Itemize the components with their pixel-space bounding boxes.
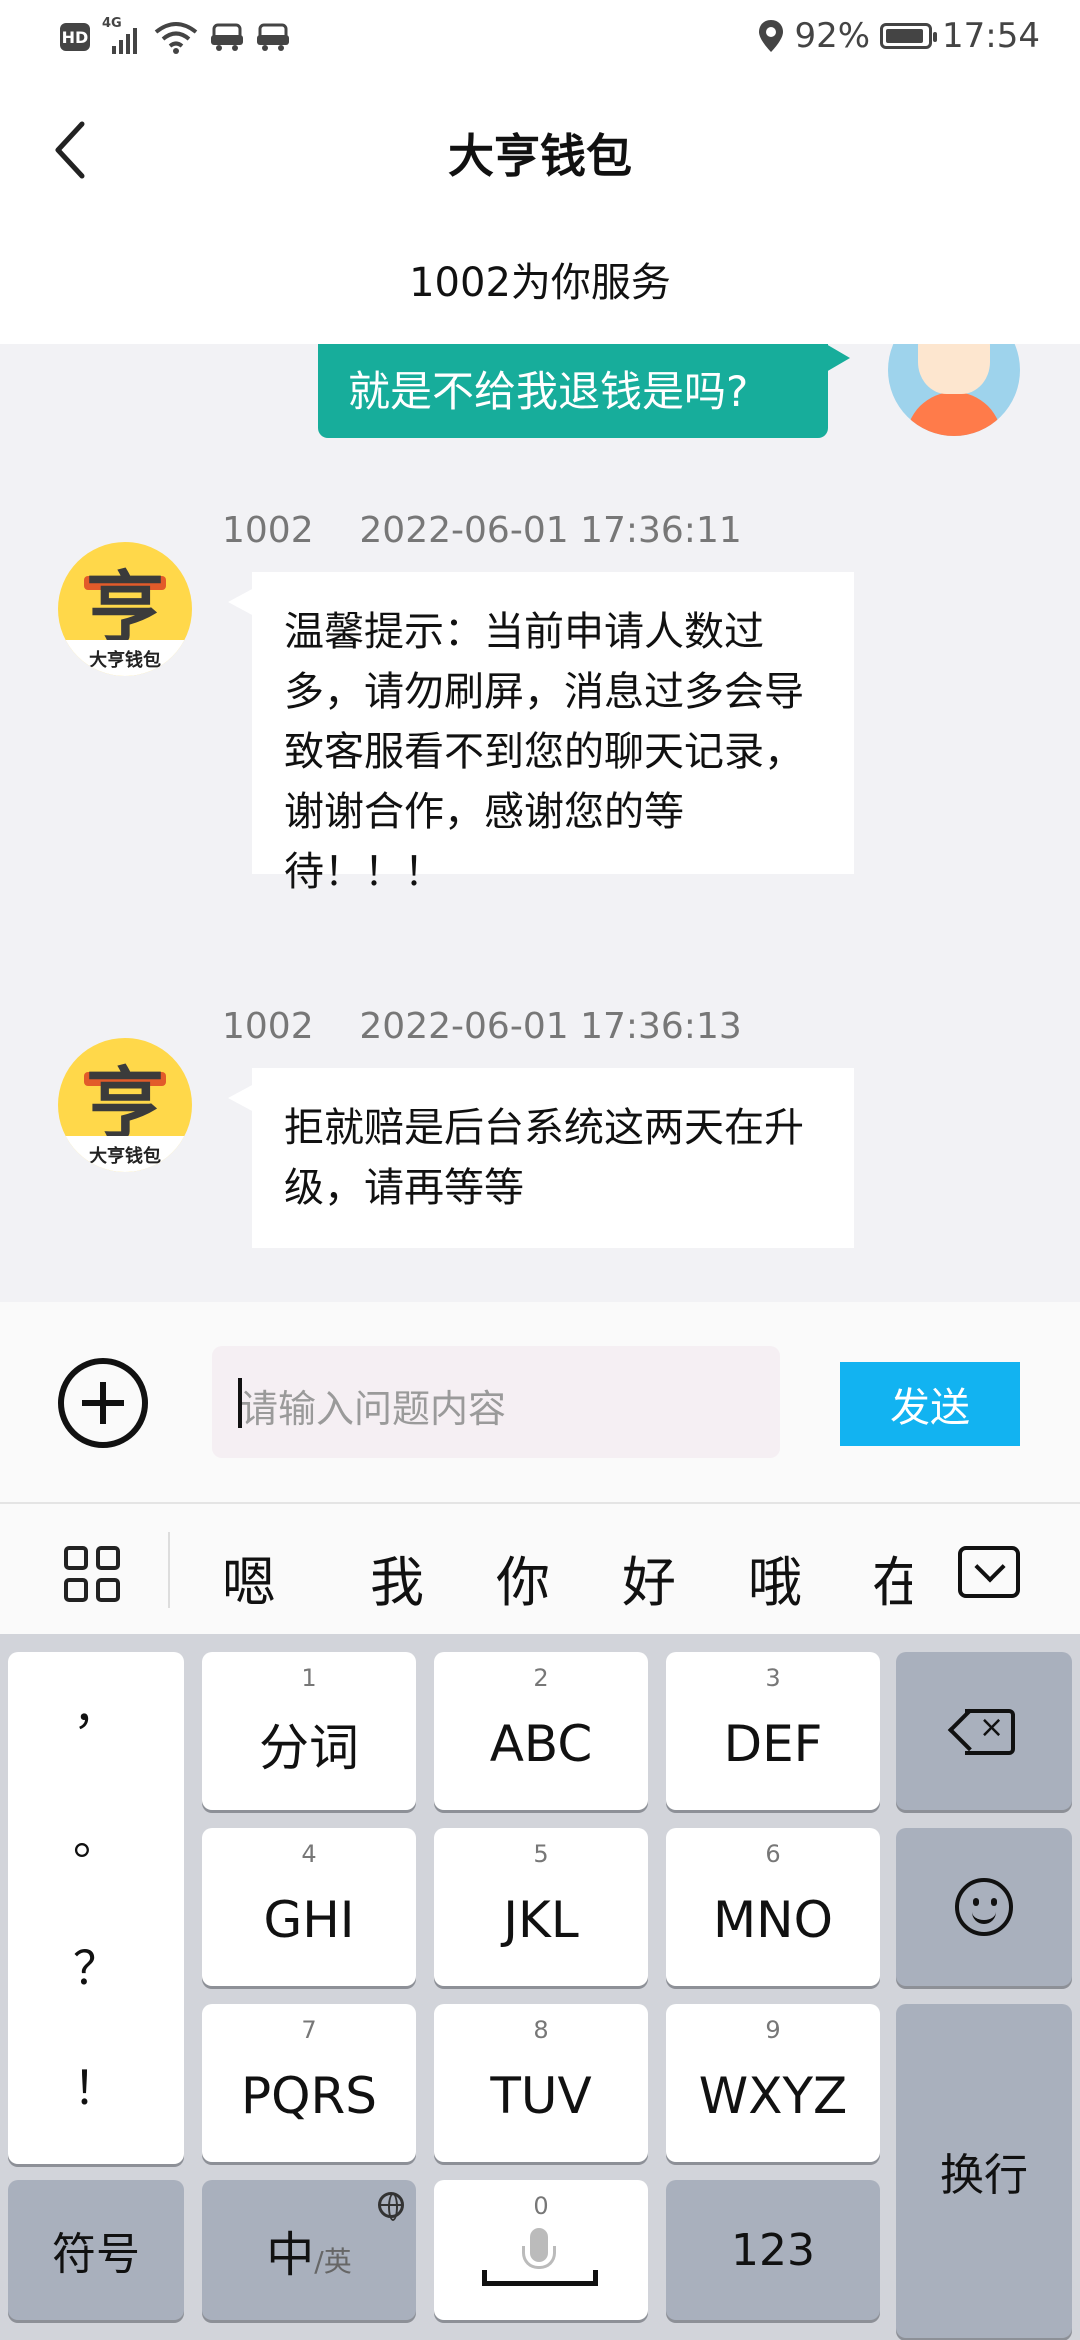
message-sender: 1002	[222, 1006, 314, 1047]
key-number: 4	[301, 1840, 317, 1868]
composer-bar: 请输入问题内容 发送	[0, 1302, 1080, 1504]
agent-avatar: 亨 大亨钱包	[58, 1038, 192, 1172]
enter-key[interactable]: 换行	[896, 2004, 1072, 2338]
candidate-word[interactable]: 好	[622, 1538, 676, 1617]
key-label: TUV	[490, 2067, 592, 2125]
backspace-key[interactable]: ×	[896, 1652, 1072, 1810]
message-sender: 1002	[222, 510, 314, 551]
backspace-icon: ×	[951, 1709, 1017, 1755]
candidate-word[interactable]: 我	[370, 1538, 424, 1617]
location-icon	[759, 20, 784, 52]
status-left: HD 4G	[60, 16, 290, 54]
ime-candidate-bar: 嗯 我 你 好 哦 在	[0, 1504, 1080, 1634]
agent-avatar-label: 大亨钱包	[58, 1136, 192, 1172]
smiley-icon	[955, 1878, 1013, 1936]
chat-area[interactable]: 就是不给我退钱是吗? 1002 2022-06-01 17:36:11 亨 大亨…	[0, 344, 1080, 1302]
ime-menu-grid-icon[interactable]	[64, 1546, 120, 1602]
key-8[interactable]: 8 TUV	[434, 2004, 648, 2162]
key-label: PQRS	[241, 2067, 377, 2125]
key-number: 5	[533, 1840, 549, 1868]
message-timestamp: 2022-06-01 17:36:13	[359, 1006, 742, 1047]
page-title: 大亨钱包	[448, 129, 632, 183]
key-label: MNO	[713, 1891, 833, 1949]
add-attachment-button[interactable]	[58, 1358, 148, 1448]
punct-comma-key[interactable]: ，	[8, 1672, 184, 1738]
candidate-word[interactable]: 哦	[748, 1538, 802, 1617]
key-5[interactable]: 5 JKL	[434, 1828, 648, 1986]
space-bar-icon	[482, 2270, 598, 2286]
key-3[interactable]: 3 DEF	[666, 1652, 880, 1810]
candidate-word[interactable]: 你	[496, 1538, 550, 1617]
key-number: 7	[301, 2016, 317, 2044]
message-input-placeholder: 请输入问题内容	[240, 1387, 507, 1431]
punct-period-key[interactable]: 。	[8, 1802, 184, 1868]
collapse-keyboard-icon[interactable]	[958, 1546, 1020, 1598]
message-meta: 1002 2022-06-01 17:36:11	[222, 510, 742, 551]
punct-exclaim-key[interactable]: ！	[8, 2052, 184, 2118]
battery-percent: 92%	[794, 16, 871, 56]
agent-avatar-label: 大亨钱包	[58, 640, 192, 676]
send-button[interactable]: 发送	[840, 1362, 1020, 1446]
car-icon	[257, 23, 289, 51]
symbols-key[interactable]: 符号	[8, 2180, 184, 2320]
status-right: 92% 17:54	[758, 16, 1040, 56]
message-timestamp: 2022-06-01 17:36:11	[359, 510, 742, 551]
symbols-key-label: 符号	[52, 2229, 140, 2280]
battery-fill	[886, 29, 924, 43]
key-1[interactable]: 1 分词	[202, 1652, 416, 1810]
microphone-icon	[522, 2228, 556, 2269]
globe-icon	[378, 2192, 404, 2221]
key-number: 0	[533, 2192, 549, 2220]
candidate-word[interactable]: 嗯	[222, 1538, 276, 1617]
key-9[interactable]: 9 WXYZ	[666, 2004, 880, 2162]
lang-main-label: 中	[266, 2227, 315, 2283]
agent-avatar: 亨 大亨钱包	[58, 542, 192, 676]
key-label: WXYZ	[698, 2067, 848, 2125]
key-2[interactable]: 2 ABC	[434, 1652, 648, 1810]
numbers-key-label: 123	[731, 2224, 815, 2276]
numbers-key[interactable]: 123	[666, 2180, 880, 2320]
key-label: JKL	[503, 1891, 579, 1949]
cellular-signal-icon: 4G	[102, 16, 142, 54]
incoming-message-bubble: 温馨提示：当前申请人数过多，请勿刷屏，消息过多会导致客服看不到您的聊天记录，谢谢…	[228, 572, 854, 895]
clock: 17:54	[942, 16, 1040, 56]
key-label: GHI	[263, 1891, 355, 1949]
key-number: 2	[533, 1664, 549, 1692]
user-avatar	[888, 344, 1020, 436]
chat-header: 大亨钱包 1002为你服务	[0, 80, 1080, 344]
key-number: 8	[533, 2016, 549, 2044]
incoming-message-bubble: 拒就赔是后台系统这两天在升级，请再等等	[228, 1068, 854, 1248]
key-number: 1	[301, 1664, 317, 1692]
agent-subtitle: 1002为你服务	[409, 260, 671, 306]
punct-question-key[interactable]: ？	[8, 1932, 184, 1998]
car-icon	[211, 23, 243, 51]
wifi-icon	[154, 22, 198, 54]
key-number: 3	[765, 1664, 781, 1692]
key-label: ABC	[489, 1715, 593, 1773]
punctuation-column[interactable]: ， 。 ？ ！	[8, 1652, 184, 2164]
outgoing-message-bubble: 就是不给我退钱是吗?	[318, 344, 850, 438]
keyboard: ， 。 ？ ！ 1 分词 2 ABC 3 DEF × 4 GHI 5 JKL 6…	[0, 1634, 1080, 2340]
lang-sub-label: /英	[314, 2245, 352, 2278]
language-switch-key[interactable]: 中/英	[202, 2180, 416, 2320]
battery-icon	[880, 23, 938, 49]
key-4[interactable]: 4 GHI	[202, 1828, 416, 1986]
hd-badge: HD	[60, 23, 90, 51]
text-caret	[238, 1378, 242, 1428]
key-number: 6	[765, 1840, 781, 1868]
key-number: 9	[765, 2016, 781, 2044]
candidate-word[interactable]: 在	[872, 1538, 912, 1617]
message-meta: 1002 2022-06-01 17:36:13	[222, 1006, 742, 1047]
key-7[interactable]: 7 PQRS	[202, 2004, 416, 2162]
space-key[interactable]: 0	[434, 2180, 648, 2320]
emoji-key[interactable]	[896, 1828, 1072, 1986]
key-label: DEF	[723, 1715, 823, 1773]
enter-key-label: 换行	[940, 2150, 1028, 2201]
key-label: 分词	[259, 1719, 359, 1777]
status-bar: HD 4G 92% 17:54	[0, 0, 1080, 80]
message-input[interactable]: 请输入问题内容	[212, 1346, 780, 1458]
candidate-divider	[168, 1532, 170, 1608]
key-6[interactable]: 6 MNO	[666, 1828, 880, 1986]
